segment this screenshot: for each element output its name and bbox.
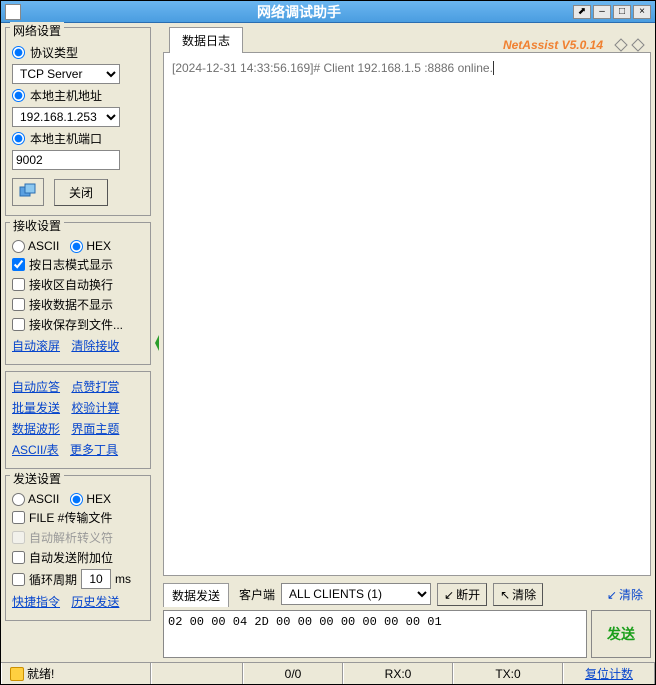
maximize-button[interactable]: □ <box>613 5 631 19</box>
left-panel: 网络设置 协议类型 TCP Server 本地主机地址 192.168.1.25… <box>5 27 151 658</box>
close-connection-button[interactable]: 关闭 <box>54 179 108 206</box>
status-ready: 就绪! <box>1 663 151 684</box>
status-rx: RX:0 <box>343 663 453 684</box>
thumb-icon <box>10 667 24 681</box>
batch-send-link[interactable]: 批量发送 <box>12 399 60 416</box>
clear-left-button[interactable]: ↖清除 <box>493 583 543 606</box>
auto-append-checkbox[interactable] <box>12 551 25 564</box>
host-radio[interactable] <box>12 89 25 102</box>
clear-recv-link[interactable]: 清除接收 <box>71 339 119 353</box>
right-panel: 数据日志 NetAssist V5.0.14 [2024-12-31 14:33… <box>163 27 651 658</box>
connection-icon-button[interactable] <box>12 178 44 206</box>
status-spacer <box>151 663 243 684</box>
log-mode-label: 按日志模式显示 <box>29 256 113 273</box>
diamond-icon-2 <box>631 38 645 52</box>
log-textarea[interactable]: [2024-12-31 14:33:56.169]# Client 192.16… <box>163 53 651 576</box>
client-label: 客户端 <box>239 586 275 603</box>
waveform-link[interactable]: 数据波形 <box>12 420 60 437</box>
auto-scroll-link[interactable]: 自动滚屏 <box>12 339 60 353</box>
port-radio[interactable] <box>12 132 25 145</box>
recv-ascii-label: ASCII <box>28 239 59 253</box>
tab-data-log[interactable]: 数据日志 <box>169 27 243 53</box>
disconnect-button[interactable]: ↙断开 <box>437 583 487 606</box>
client-select[interactable]: ALL CLIENTS (1) <box>281 583 431 605</box>
app-icon <box>5 4 21 20</box>
auto-parse-label: 自动解析转义符 <box>29 529 113 546</box>
tab-data-send[interactable]: 数据发送 <box>163 583 229 607</box>
send-button[interactable]: 发送 <box>591 610 651 658</box>
auto-append-label: 自动发送附加位 <box>29 549 113 566</box>
protocol-radio[interactable] <box>12 46 25 59</box>
file-transfer-label: FILE #传输文件 <box>29 509 112 526</box>
auto-reply-link[interactable]: 自动应答 <box>12 378 60 395</box>
close-window-button[interactable]: × <box>633 5 651 19</box>
host-select[interactable]: 192.168.1.253 <box>12 107 120 127</box>
recv-ascii-radio[interactable] <box>12 240 25 253</box>
cycle-checkbox[interactable] <box>12 573 25 586</box>
more-tools-link[interactable]: 更多丁具 <box>70 441 118 458</box>
tools-section: 自动应答 点赞打赏 批量发送 校验计算 数据波形 界面主题 ASCII/表 更多… <box>5 371 151 469</box>
recv-hex-label: HEX <box>86 239 111 253</box>
diamond-icon <box>614 38 628 52</box>
port-label: 本地主机端口 <box>30 130 102 147</box>
clear-right-link[interactable]: ↙清除 <box>607 586 643 603</box>
status-count: 0/0 <box>243 663 343 684</box>
recv-hex-radio[interactable] <box>70 240 83 253</box>
history-link[interactable]: 历史发送 <box>71 595 119 609</box>
recv-settings-section: 接收设置 ASCII HEX 按日志模式显示 接收区自动换行 接收数据不显示 接… <box>5 222 151 365</box>
ascii-table-link[interactable]: ASCII/表 <box>12 441 59 458</box>
auto-wrap-label: 接收区自动换行 <box>29 276 113 293</box>
send-section-title: 发送设置 <box>10 470 64 487</box>
send-ascii-label: ASCII <box>28 492 59 506</box>
like-link[interactable]: 点赞打赏 <box>71 378 119 395</box>
quick-cmd-link[interactable]: 快捷指令 <box>12 595 60 609</box>
send-input[interactable] <box>163 610 587 658</box>
chevron-left-icon <box>154 333 160 353</box>
send-settings-section: 发送设置 ASCII HEX FILE #传输文件 自动解析转义符 自动发送附加… <box>5 475 151 621</box>
auto-wrap-checkbox[interactable] <box>12 278 25 291</box>
host-label: 本地主机地址 <box>30 87 102 104</box>
recv-section-title: 接收设置 <box>10 217 64 234</box>
titlebar: 网络调试助手 ⬈ – □ × <box>1 1 655 23</box>
cycle-label: 循环周期 <box>29 571 77 588</box>
file-transfer-checkbox[interactable] <box>12 511 25 524</box>
statusbar: 就绪! 0/0 RX:0 TX:0 复位计数 <box>1 662 655 684</box>
status-tx: TX:0 <box>453 663 563 684</box>
cycle-input[interactable] <box>81 569 111 589</box>
network-settings-section: 网络设置 协议类型 TCP Server 本地主机地址 192.168.1.25… <box>5 27 151 216</box>
checksum-link[interactable]: 校验计算 <box>71 399 119 416</box>
log-mode-checkbox[interactable] <box>12 258 25 271</box>
save-file-label: 接收保存到文件... <box>29 316 123 333</box>
cycle-unit: ms <box>115 572 131 586</box>
protocol-select[interactable]: TCP Server <box>12 64 120 84</box>
pin-button[interactable]: ⬈ <box>573 5 591 19</box>
port-input[interactable] <box>12 150 120 170</box>
send-hex-radio[interactable] <box>70 493 83 506</box>
send-hex-label: HEX <box>86 492 111 506</box>
window-title: 网络调试助手 <box>25 2 573 22</box>
network-section-title: 网络设置 <box>10 22 64 39</box>
collapse-handle[interactable] <box>153 27 161 658</box>
log-tab-bar: 数据日志 NetAssist V5.0.14 <box>163 27 651 53</box>
theme-link[interactable]: 界面主题 <box>71 420 119 437</box>
hide-data-label: 接收数据不显示 <box>29 296 113 313</box>
save-file-checkbox[interactable] <box>12 318 25 331</box>
reset-count-link[interactable]: 复位计数 <box>563 663 655 684</box>
auto-parse-checkbox <box>12 531 25 544</box>
windows-icon <box>18 183 38 201</box>
minimize-button[interactable]: – <box>593 5 611 19</box>
version-label: NetAssist V5.0.14 <box>503 38 603 52</box>
send-ascii-radio[interactable] <box>12 493 25 506</box>
protocol-label: 协议类型 <box>30 44 78 61</box>
hide-data-checkbox[interactable] <box>12 298 25 311</box>
